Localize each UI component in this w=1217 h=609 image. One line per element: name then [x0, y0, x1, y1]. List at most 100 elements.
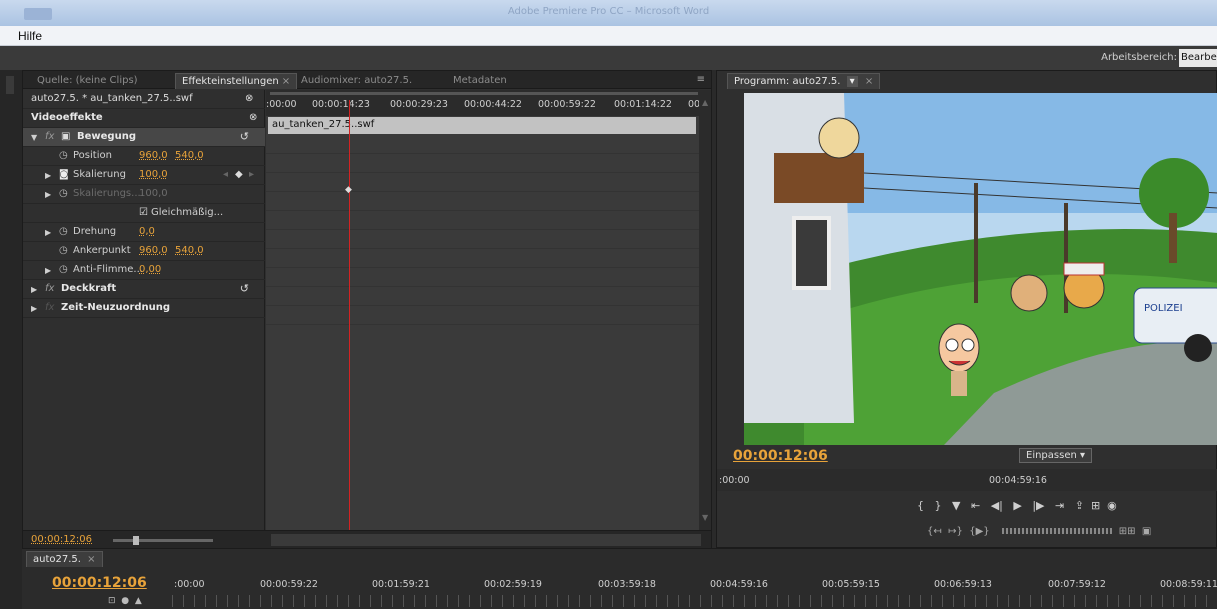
scale-value[interactable]: 100,0: [139, 169, 168, 180]
play-icon[interactable]: ▶: [1013, 499, 1021, 512]
program-video-frame[interactable]: POLIZEI: [744, 93, 1217, 445]
go-to-out-icon[interactable]: ⇥: [1055, 499, 1064, 512]
police-sign-text: POLIZEI: [1144, 303, 1183, 314]
clip-bar[interactable]: au_tanken_27.5..swf: [268, 117, 696, 134]
position-y-value[interactable]: 540,0: [175, 150, 204, 161]
anchor-x-value[interactable]: 960,0: [139, 245, 168, 256]
extract-icon[interactable]: ⊞: [1091, 499, 1100, 512]
chevron-down-icon[interactable]: ▾: [846, 76, 858, 87]
expand-triangle-icon[interactable]: ▶: [31, 304, 37, 313]
effect-opacity[interactable]: ▶ fx Deckkraft ↺: [23, 280, 265, 299]
monitor-info-bar: 00:00:12:06 Einpassen ▾: [717, 447, 1217, 465]
next-keyframe-icon[interactable]: ▸: [249, 169, 254, 180]
checkbox-checked-icon[interactable]: ☑: [139, 207, 148, 218]
clear-in-out-icon[interactable]: {↤: [927, 526, 942, 537]
rotation-value[interactable]: 0,0: [139, 226, 155, 237]
stopwatch-active-icon[interactable]: ◙: [59, 169, 69, 180]
stopwatch-icon[interactable]: ◷: [59, 150, 68, 161]
tab-audio-mixer[interactable]: Audiomixer: auto27.5.: [295, 73, 418, 89]
effect-time-remapping[interactable]: ▶ fx Zeit-Neuzuordnung: [23, 299, 265, 318]
zoom-slider[interactable]: [113, 536, 213, 545]
lock-icon[interactable]: ▲: [135, 596, 142, 606]
keyframe-icon[interactable]: ◆: [345, 185, 352, 195]
fit-select[interactable]: Einpassen ▾: [1019, 448, 1093, 463]
vertical-scrollbar[interactable]: ▲ ▼: [699, 90, 711, 530]
stopwatch-icon[interactable]: ◷: [59, 226, 68, 237]
row-divider: [266, 267, 701, 268]
close-icon[interactable]: ×: [87, 554, 95, 565]
menu-item-hilfe[interactable]: Hilfe: [18, 29, 42, 43]
expand-triangle-icon[interactable]: ▶: [45, 266, 51, 275]
add-marker-icon[interactable]: ▼: [952, 499, 960, 512]
scroll-down-icon[interactable]: ▼: [702, 513, 708, 522]
lift-icon[interactable]: ⇪: [1075, 499, 1084, 512]
snap-icon[interactable]: ⊡: [108, 596, 116, 606]
ruler-tick: 00:02:59:19: [484, 579, 542, 590]
tab-label: Metadaten: [453, 75, 507, 86]
effect-time-ruler[interactable]: :00:00 00:00:14:23 00:00:29:23 00:00:44:…: [266, 90, 701, 116]
play-in-to-out-icon[interactable]: {▶}: [969, 526, 989, 537]
work-area-bar[interactable]: [270, 92, 698, 95]
expand-triangle-icon[interactable]: ▶: [45, 228, 51, 237]
prev-keyframe-icon[interactable]: ◂: [223, 169, 228, 180]
panel-tabs: Quelle: (keine Clips) Effekteinstellunge…: [23, 71, 711, 89]
effects-list: auto27.5. * au_tanken_27.5..swf ⊗ Videoe…: [23, 90, 265, 530]
horizontal-scrollbar[interactable]: [271, 534, 701, 546]
tab-label: Effekteinstellungen: [182, 76, 279, 87]
anchor-y-value[interactable]: 540,0: [175, 245, 204, 256]
motion-transform-icon[interactable]: ▣: [61, 131, 70, 142]
panel-grip-icon[interactable]: [6, 76, 14, 94]
add-keyframe-icon[interactable]: ◆: [235, 169, 243, 180]
mark-out-icon[interactable]: }: [935, 499, 942, 512]
tab-effect-controls[interactable]: Effekteinstellungen ×: [175, 73, 298, 89]
row-divider: [266, 305, 701, 306]
panel-menu-icon[interactable]: ≡: [697, 74, 705, 85]
close-icon[interactable]: ×: [282, 76, 290, 87]
tab-program[interactable]: Programm: auto27.5. ▾ ×: [727, 73, 881, 89]
ruler-tick: 00:08:59:11: [1160, 579, 1217, 590]
tab-metadata[interactable]: Metadaten: [447, 73, 513, 89]
video-effects-label: Videoeffekte: [31, 112, 103, 123]
go-to-in-icon[interactable]: ⇤: [971, 499, 980, 512]
fx-icon[interactable]: fx: [45, 131, 54, 142]
zoom-slider-knob[interactable]: [133, 536, 139, 545]
ruler-tick: 00:00:44:22: [464, 99, 522, 110]
output-icon[interactable]: ▣: [1142, 526, 1151, 537]
position-x-value[interactable]: 960,0: [139, 150, 168, 161]
program-timecode[interactable]: 00:00:12:06: [733, 448, 828, 464]
window-title: Adobe Premiere Pro CC – Microsoft Word: [507, 6, 710, 17]
current-timecode[interactable]: 00:00:12:06: [31, 534, 92, 545]
close-icon[interactable]: ×: [865, 76, 873, 87]
playhead-line[interactable]: [349, 100, 350, 530]
sequence-timecode[interactable]: 00:00:12:06: [52, 575, 147, 591]
mark-in-icon[interactable]: {: [917, 499, 924, 512]
stopwatch-icon[interactable]: ◷: [59, 245, 68, 256]
jog-shuttle-bar[interactable]: [1002, 528, 1113, 534]
scroll-up-icon[interactable]: ▲: [702, 98, 708, 107]
reset-icon[interactable]: ↺: [240, 130, 249, 143]
go-to-next-edit-icon[interactable]: ↦}: [948, 526, 963, 537]
multi-camera-icon[interactable]: ⊞⊞: [1119, 526, 1136, 537]
ruler-tick: 00:00:14:23: [312, 99, 370, 110]
scale-width-value: 100,0: [139, 188, 168, 199]
stopwatch-icon[interactable]: ◷: [59, 264, 68, 275]
tab-sequence[interactable]: auto27.5. ×: [26, 551, 103, 567]
step-back-icon[interactable]: ◀|: [991, 499, 1003, 512]
collapse-icon[interactable]: ⊗: [249, 112, 257, 123]
export-frame-icon[interactable]: ◉: [1107, 499, 1117, 512]
param-position: ◷ Position 960,0 540,0: [23, 147, 265, 166]
fx-icon[interactable]: fx: [45, 283, 54, 294]
expand-triangle-icon[interactable]: ▼: [31, 133, 37, 142]
reset-icon[interactable]: ↺: [240, 282, 249, 295]
step-forward-icon[interactable]: |▶: [1032, 499, 1044, 512]
show-hide-timeline-icon[interactable]: ⊗: [245, 93, 253, 104]
expand-triangle-icon[interactable]: ▶: [31, 285, 37, 294]
antiflicker-value[interactable]: 0,00: [139, 264, 161, 275]
effect-motion[interactable]: ▼ fx ▣ Bewegung ↺: [23, 128, 265, 147]
workspace-select[interactable]: Bearbeitung: [1179, 49, 1217, 67]
expand-triangle-icon[interactable]: ▶: [45, 171, 51, 180]
tab-source[interactable]: Quelle: (keine Clips): [31, 73, 144, 89]
marker-icon[interactable]: ●: [121, 596, 129, 606]
sequence-time-ruler[interactable]: :00:00 00:00:59:22 00:01:59:21 00:02:59:…: [172, 577, 1217, 593]
program-mini-ruler[interactable]: :00:00 00:04:59:16: [717, 469, 1217, 491]
